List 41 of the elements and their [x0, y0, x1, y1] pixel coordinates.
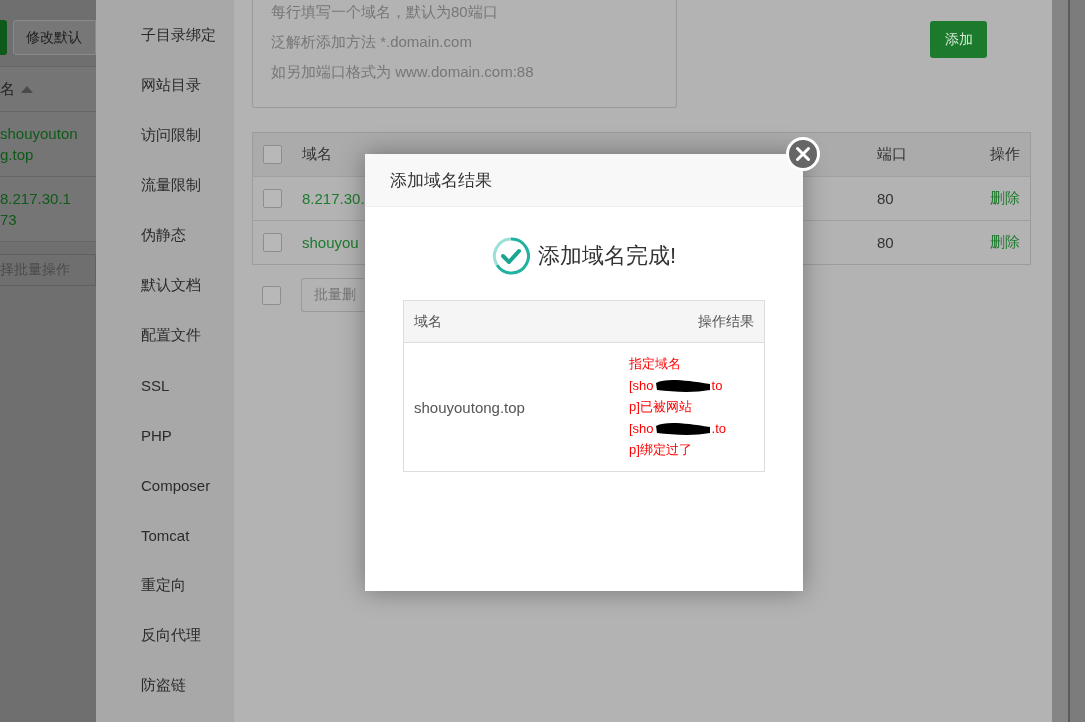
error-text: [sho — [629, 376, 654, 395]
sidebar-item[interactable]: 配置文件 — [96, 310, 234, 360]
sidebar-item[interactable]: 反向代理 — [96, 610, 234, 660]
sidebar-item[interactable]: 重定向 — [96, 560, 234, 610]
success-message: 添加域名完成! — [537, 242, 677, 270]
error-text: p]绑定过了 — [629, 441, 692, 460]
error-text: 指定域名 — [629, 355, 681, 374]
column-header: 域名 — [414, 312, 442, 331]
sidebar-item[interactable]: 流量限制 — [96, 160, 234, 210]
sidebar-item[interactable]: 子目录绑定 — [96, 10, 234, 60]
error-text: .to — [711, 419, 727, 438]
row-checkbox[interactable] — [263, 233, 282, 252]
select-all-checkbox[interactable] — [262, 285, 281, 305]
edit-default-page-button[interactable]: 修改默认 — [13, 20, 96, 55]
sidebar-item[interactable]: 默认文档 — [96, 260, 234, 310]
sidebar-item[interactable]: 伪静态 — [96, 210, 234, 260]
success-check-icon — [491, 237, 530, 275]
column-header: 端口 — [877, 145, 907, 162]
dialog-title: 添加域名结果 — [390, 169, 492, 192]
sidebar-item[interactable]: 网站目录 — [96, 60, 234, 110]
add-button[interactable]: 添加 — [930, 21, 987, 58]
button-edge[interactable] — [0, 20, 7, 55]
sidebar-item[interactable]: Tomcat — [96, 510, 234, 560]
sidebar-item[interactable]: Composer — [96, 460, 234, 510]
sidebar-item[interactable]: PHP — [96, 410, 234, 460]
select-all-checkbox[interactable] — [263, 145, 282, 164]
sort-ascending-icon[interactable] — [21, 85, 33, 93]
error-text: [sho — [629, 419, 654, 438]
table-cell-text: shouyoutong.top — [414, 398, 526, 416]
row-checkbox[interactable] — [263, 189, 282, 208]
error-text: p]已被网站 — [629, 398, 692, 417]
table-cell: 80 — [877, 234, 894, 251]
column-header: 操作结果 — [698, 312, 754, 331]
sidebar-item[interactable]: 防盗链 — [96, 660, 234, 710]
column-header[interactable]: 名 — [0, 79, 15, 99]
column-header: 域名 — [302, 145, 332, 162]
error-text: to — [711, 376, 723, 395]
table-cell: 80 — [877, 190, 894, 207]
column-header: 操作 — [990, 145, 1020, 162]
sidebar-item[interactable]: SSL — [96, 360, 234, 410]
sidebar-item[interactable]: 访问限制 — [96, 110, 234, 160]
